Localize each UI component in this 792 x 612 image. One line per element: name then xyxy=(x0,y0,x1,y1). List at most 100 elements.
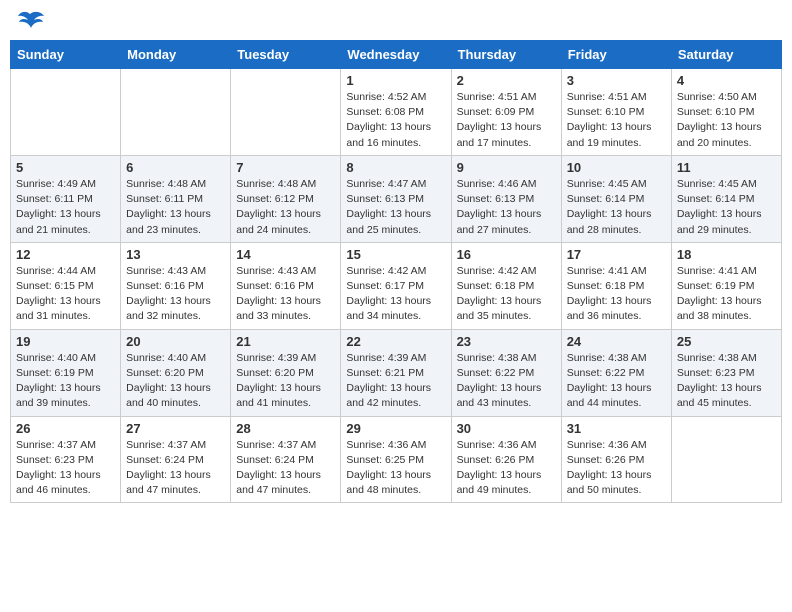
day-number: 17 xyxy=(567,247,666,262)
day-info: Sunrise: 4:48 AM Sunset: 6:12 PM Dayligh… xyxy=(236,177,335,238)
day-number: 22 xyxy=(346,334,445,349)
day-info: Sunrise: 4:39 AM Sunset: 6:21 PM Dayligh… xyxy=(346,351,445,412)
calendar-cell: 3 Sunrise: 4:51 AM Sunset: 6:10 PM Daylig… xyxy=(561,69,671,156)
day-number: 16 xyxy=(457,247,556,262)
day-number: 24 xyxy=(567,334,666,349)
calendar-cell: 25Sunrise: 4:38 AM Sunset: 6:23 PM Dayli… xyxy=(671,329,781,416)
weekday-header-thursday: Thursday xyxy=(451,41,561,69)
calendar-cell: 13Sunrise: 4:43 AM Sunset: 6:16 PM Dayli… xyxy=(121,242,231,329)
day-info: Sunrise: 4:48 AM Sunset: 6:11 PM Dayligh… xyxy=(126,177,225,238)
calendar-cell: 2Sunrise: 4:51 AM Sunset: 6:09 PM Daylig… xyxy=(451,69,561,156)
calendar-cell: 11Sunrise: 4:45 AM Sunset: 6:14 PM Dayli… xyxy=(671,155,781,242)
day-info: Sunrise: 4:47 AM Sunset: 6:13 PM Dayligh… xyxy=(346,177,445,238)
day-number: 1 xyxy=(346,73,445,88)
calendar-cell: 9 Sunrise: 4:46 AM Sunset: 6:13 PM Daylig… xyxy=(451,155,561,242)
calendar-cell xyxy=(671,416,781,503)
calendar-cell: 22 Sunrise: 4:39 AM Sunset: 6:21 PM Dayli… xyxy=(341,329,451,416)
day-number: 23 xyxy=(457,334,556,349)
calendar-week-row: 1 Sunrise: 4:52 AM Sunset: 6:08 PM Daylig… xyxy=(11,69,782,156)
calendar-cell: 5 Sunrise: 4:49 AM Sunset: 6:11 PM Daylig… xyxy=(11,155,121,242)
day-info: Sunrise: 4:45 AM Sunset: 6:14 PM Dayligh… xyxy=(567,177,666,238)
day-number: 29 xyxy=(346,421,445,436)
day-number: 4 xyxy=(677,73,776,88)
calendar-cell: 1 Sunrise: 4:52 AM Sunset: 6:08 PM Daylig… xyxy=(341,69,451,156)
day-number: 9 xyxy=(457,160,556,175)
calendar-week-row: 26 Sunrise: 4:37 AM Sunset: 6:23 PM Dayli… xyxy=(11,416,782,503)
calendar-cell: 21 Sunrise: 4:39 AM Sunset: 6:20 PM Dayli… xyxy=(231,329,341,416)
day-info: Sunrise: 4:36 AM Sunset: 6:26 PM Dayligh… xyxy=(457,438,556,499)
day-info: Sunrise: 4:36 AM Sunset: 6:25 PM Dayligh… xyxy=(346,438,445,499)
day-number: 12 xyxy=(16,247,115,262)
page-header xyxy=(10,10,782,32)
day-number: 15 xyxy=(346,247,445,262)
day-info: Sunrise: 4:51 AM Sunset: 6:09 PM Dayligh… xyxy=(457,90,556,151)
day-info: Sunrise: 4:36 AM Sunset: 6:26 PM Dayligh… xyxy=(567,438,666,499)
day-number: 27 xyxy=(126,421,225,436)
day-info: Sunrise: 4:37 AM Sunset: 6:23 PM Dayligh… xyxy=(16,438,115,499)
calendar-cell: 19 Sunrise: 4:40 AM Sunset: 6:19 PM Dayli… xyxy=(11,329,121,416)
calendar-cell: 4 Sunrise: 4:50 AM Sunset: 6:10 PM Daylig… xyxy=(671,69,781,156)
day-number: 14 xyxy=(236,247,335,262)
day-info: Sunrise: 4:40 AM Sunset: 6:20 PM Dayligh… xyxy=(126,351,225,412)
day-info: Sunrise: 4:40 AM Sunset: 6:19 PM Dayligh… xyxy=(16,351,115,412)
day-number: 6 xyxy=(126,160,225,175)
calendar-cell: 12 Sunrise: 4:44 AM Sunset: 6:15 PM Dayli… xyxy=(11,242,121,329)
calendar-table: SundayMondayTuesdayWednesdayThursdayFrid… xyxy=(10,40,782,503)
weekday-header-tuesday: Tuesday xyxy=(231,41,341,69)
calendar-week-row: 12 Sunrise: 4:44 AM Sunset: 6:15 PM Dayli… xyxy=(11,242,782,329)
day-number: 30 xyxy=(457,421,556,436)
day-info: Sunrise: 4:43 AM Sunset: 6:16 PM Dayligh… xyxy=(236,264,335,325)
day-number: 3 xyxy=(567,73,666,88)
calendar-cell: 8 Sunrise: 4:47 AM Sunset: 6:13 PM Daylig… xyxy=(341,155,451,242)
calendar-cell: 18Sunrise: 4:41 AM Sunset: 6:19 PM Dayli… xyxy=(671,242,781,329)
day-info: Sunrise: 4:52 AM Sunset: 6:08 PM Dayligh… xyxy=(346,90,445,151)
calendar-cell: 24 Sunrise: 4:38 AM Sunset: 6:22 PM Dayli… xyxy=(561,329,671,416)
day-number: 21 xyxy=(236,334,335,349)
day-info: Sunrise: 4:46 AM Sunset: 6:13 PM Dayligh… xyxy=(457,177,556,238)
logo xyxy=(14,10,44,32)
day-info: Sunrise: 4:45 AM Sunset: 6:14 PM Dayligh… xyxy=(677,177,776,238)
calendar-cell: 20 Sunrise: 4:40 AM Sunset: 6:20 PM Dayli… xyxy=(121,329,231,416)
calendar-cell: 7Sunrise: 4:48 AM Sunset: 6:12 PM Daylig… xyxy=(231,155,341,242)
day-info: Sunrise: 4:42 AM Sunset: 6:18 PM Dayligh… xyxy=(457,264,556,325)
day-number: 20 xyxy=(126,334,225,349)
day-number: 5 xyxy=(16,160,115,175)
day-info: Sunrise: 4:38 AM Sunset: 6:22 PM Dayligh… xyxy=(457,351,556,412)
day-info: Sunrise: 4:37 AM Sunset: 6:24 PM Dayligh… xyxy=(236,438,335,499)
day-info: Sunrise: 4:39 AM Sunset: 6:20 PM Dayligh… xyxy=(236,351,335,412)
calendar-cell xyxy=(121,69,231,156)
calendar-cell xyxy=(11,69,121,156)
day-number: 19 xyxy=(16,334,115,349)
day-info: Sunrise: 4:49 AM Sunset: 6:11 PM Dayligh… xyxy=(16,177,115,238)
weekday-header-monday: Monday xyxy=(121,41,231,69)
day-number: 31 xyxy=(567,421,666,436)
day-info: Sunrise: 4:50 AM Sunset: 6:10 PM Dayligh… xyxy=(677,90,776,151)
calendar-cell: 23 Sunrise: 4:38 AM Sunset: 6:22 PM Dayli… xyxy=(451,329,561,416)
day-number: 26 xyxy=(16,421,115,436)
weekday-header-row: SundayMondayTuesdayWednesdayThursdayFrid… xyxy=(11,41,782,69)
day-info: Sunrise: 4:44 AM Sunset: 6:15 PM Dayligh… xyxy=(16,264,115,325)
day-info: Sunrise: 4:38 AM Sunset: 6:23 PM Dayligh… xyxy=(677,351,776,412)
day-number: 8 xyxy=(346,160,445,175)
calendar-cell: 29 Sunrise: 4:36 AM Sunset: 6:25 PM Dayli… xyxy=(341,416,451,503)
day-number: 10 xyxy=(567,160,666,175)
day-info: Sunrise: 4:38 AM Sunset: 6:22 PM Dayligh… xyxy=(567,351,666,412)
calendar-cell: 14 Sunrise: 4:43 AM Sunset: 6:16 PM Dayli… xyxy=(231,242,341,329)
calendar-cell: 10 Sunrise: 4:45 AM Sunset: 6:14 PM Dayli… xyxy=(561,155,671,242)
day-info: Sunrise: 4:41 AM Sunset: 6:18 PM Dayligh… xyxy=(567,264,666,325)
day-info: Sunrise: 4:42 AM Sunset: 6:17 PM Dayligh… xyxy=(346,264,445,325)
weekday-header-sunday: Sunday xyxy=(11,41,121,69)
calendar-week-row: 19 Sunrise: 4:40 AM Sunset: 6:19 PM Dayli… xyxy=(11,329,782,416)
calendar-cell: 6 Sunrise: 4:48 AM Sunset: 6:11 PM Daylig… xyxy=(121,155,231,242)
calendar-cell: 16 Sunrise: 4:42 AM Sunset: 6:18 PM Dayli… xyxy=(451,242,561,329)
day-number: 13 xyxy=(126,247,225,262)
calendar-cell: 26 Sunrise: 4:37 AM Sunset: 6:23 PM Dayli… xyxy=(11,416,121,503)
weekday-header-friday: Friday xyxy=(561,41,671,69)
calendar-week-row: 5 Sunrise: 4:49 AM Sunset: 6:11 PM Daylig… xyxy=(11,155,782,242)
weekday-header-saturday: Saturday xyxy=(671,41,781,69)
calendar-cell: 31 Sunrise: 4:36 AM Sunset: 6:26 PM Dayli… xyxy=(561,416,671,503)
calendar-cell: 17 Sunrise: 4:41 AM Sunset: 6:18 PM Dayli… xyxy=(561,242,671,329)
calendar-cell: 30 Sunrise: 4:36 AM Sunset: 6:26 PM Dayli… xyxy=(451,416,561,503)
day-info: Sunrise: 4:51 AM Sunset: 6:10 PM Dayligh… xyxy=(567,90,666,151)
logo-bird-icon xyxy=(16,10,44,32)
